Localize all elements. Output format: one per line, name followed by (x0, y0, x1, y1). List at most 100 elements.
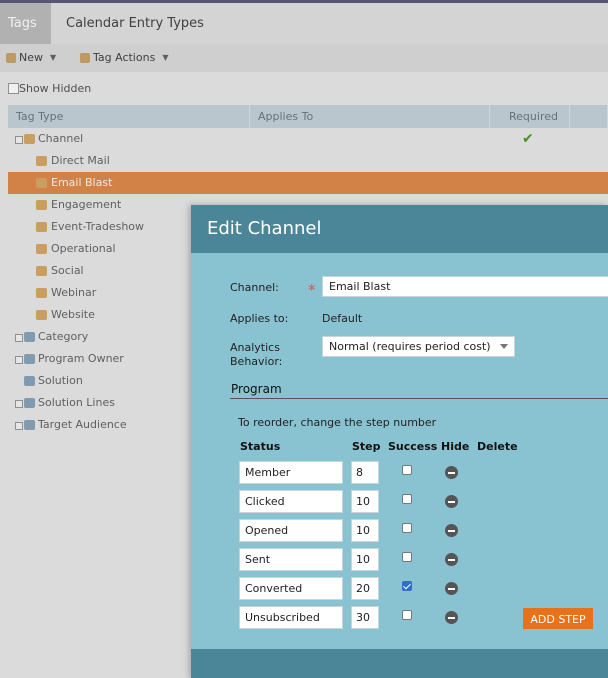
checkmark-icon: ✔ (522, 131, 534, 147)
tag-icon (36, 310, 47, 320)
step-row (191, 519, 608, 542)
tree-row-label: Solution Lines (38, 396, 115, 409)
expand-icon[interactable] (15, 400, 23, 408)
step-number-input[interactable] (351, 548, 379, 571)
tag-icon (36, 200, 47, 210)
analytics-behavior-value: Normal (requires period cost) (329, 340, 491, 353)
status-name-input[interactable] (239, 490, 343, 513)
column-tag-type[interactable]: Tag Type (8, 105, 250, 128)
success-checkbox[interactable] (402, 581, 412, 591)
tree-row-label: Webinar (51, 286, 97, 299)
step-number-input[interactable] (351, 461, 379, 484)
grid-header: Tag Type Applies To Required (8, 105, 608, 128)
tree-row-label: Engagement (51, 198, 122, 211)
status-name-input[interactable] (239, 577, 343, 600)
tag-icon (36, 178, 47, 188)
analytics-behavior-label-line1: Analytics (230, 341, 280, 354)
tree-row-channel[interactable]: Channel ✔ (8, 128, 608, 150)
tree-row-label: Website (51, 308, 95, 321)
tree-row-label: Program Owner (38, 352, 124, 365)
tree-row-label: Category (38, 330, 89, 343)
step-number-input[interactable] (351, 519, 379, 542)
analytics-behavior-label-line2: Behavior: (230, 355, 283, 368)
tag-actions-label: Tag Actions (93, 51, 156, 64)
tree-row-label: Target Audience (38, 418, 127, 431)
tag-icon (36, 244, 47, 254)
tab-calendar-entry-types[interactable]: Calendar Entry Types (66, 3, 204, 44)
step-number-input[interactable] (351, 490, 379, 513)
step-number-input[interactable] (351, 577, 379, 600)
top-tab-bar: Tags Calendar Entry Types (0, 0, 608, 44)
tag-actions-button[interactable]: Tag Actions ▼ (80, 51, 168, 64)
chevron-down-icon: ▼ (50, 53, 57, 62)
status-name-input[interactable] (239, 606, 343, 629)
tag-icon (36, 288, 47, 298)
tree-row-email-blast[interactable]: Email Blast (8, 172, 608, 194)
column-extra (570, 105, 608, 128)
header-delete: Delete (477, 440, 518, 453)
header-hide: Hide (441, 440, 470, 453)
success-checkbox[interactable] (402, 610, 412, 620)
tag-group-icon (24, 420, 35, 430)
tag-group-icon (24, 376, 35, 386)
status-name-input[interactable] (239, 519, 343, 542)
required-icon: * (308, 281, 316, 299)
chevron-down-icon (500, 344, 508, 349)
section-divider (230, 398, 608, 399)
new-icon (6, 52, 16, 63)
show-hidden-toggle[interactable]: Show Hidden (0, 80, 608, 98)
step-row (191, 548, 608, 571)
expand-icon[interactable] (15, 334, 23, 342)
tag-icon (36, 156, 47, 166)
tab-tags[interactable]: Tags (0, 3, 51, 44)
success-checkbox[interactable] (402, 552, 412, 562)
toolbar: New ▼ Tag Actions ▼ (0, 44, 608, 72)
expand-icon[interactable] (15, 356, 23, 364)
tree-row-label: Solution (38, 374, 83, 387)
hide-icon[interactable] (445, 495, 458, 508)
hide-icon[interactable] (445, 524, 458, 537)
column-required[interactable]: Required (490, 105, 570, 128)
header-success: Success (388, 440, 438, 453)
step-row (191, 461, 608, 484)
edit-channel-dialog: Edit Channel Channel: * Applies to: Defa… (191, 205, 608, 678)
tree-row-label: Social (51, 264, 84, 277)
dialog-title[interactable]: Edit Channel (191, 205, 608, 253)
show-hidden-checkbox[interactable] (8, 83, 19, 94)
tag-group-icon (24, 354, 35, 364)
success-checkbox[interactable] (402, 494, 412, 504)
tag-icon (36, 222, 47, 232)
chevron-down-icon: ▼ (162, 53, 169, 62)
analytics-behavior-select[interactable]: Normal (requires period cost) (322, 336, 515, 357)
tag-group-icon (24, 332, 35, 342)
hide-icon[interactable] (445, 553, 458, 566)
step-row (191, 490, 608, 513)
tag-icon (80, 52, 90, 63)
tree-row-label: Event-Tradeshow (51, 220, 145, 233)
reorder-hint: To reorder, change the step number (238, 416, 437, 429)
new-button[interactable]: New ▼ (6, 51, 56, 64)
channel-name-input[interactable] (322, 276, 608, 297)
hide-icon[interactable] (445, 582, 458, 595)
step-number-input[interactable] (351, 606, 379, 629)
step-row (191, 577, 608, 600)
show-hidden-label: Show Hidden (19, 82, 92, 95)
hide-icon[interactable] (445, 611, 458, 624)
channel-label: Channel: (230, 281, 279, 294)
expand-icon[interactable] (15, 136, 23, 144)
applies-to-value: Default (322, 312, 363, 325)
status-name-input[interactable] (239, 461, 343, 484)
success-checkbox[interactable] (402, 523, 412, 533)
expand-icon[interactable] (15, 422, 23, 430)
applies-to-label: Applies to: (230, 312, 289, 325)
tree-row-direct-mail[interactable]: Direct Mail (8, 150, 608, 172)
success-checkbox[interactable] (402, 465, 412, 475)
add-step-button[interactable]: ADD STEP (523, 608, 593, 629)
status-name-input[interactable] (239, 548, 343, 571)
hide-icon[interactable] (445, 466, 458, 479)
tree-row-label: Operational (51, 242, 116, 255)
new-label: New (19, 51, 43, 64)
column-applies-to[interactable]: Applies To (250, 105, 490, 128)
program-section-title: Program (231, 382, 282, 396)
tag-group-icon (24, 398, 35, 408)
